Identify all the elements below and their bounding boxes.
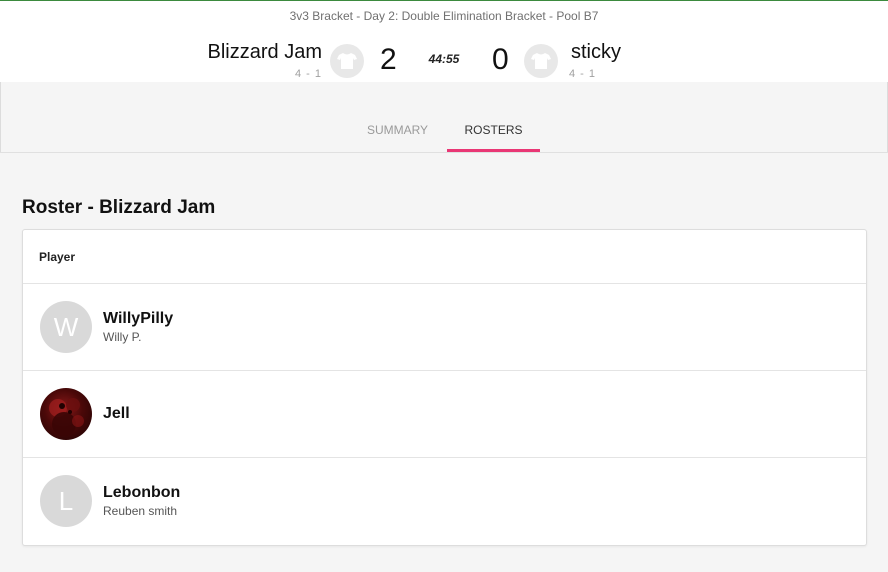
away-team-name[interactable]: sticky xyxy=(571,41,621,64)
game-clock: 44:55 xyxy=(428,52,460,66)
player-name[interactable]: Jell xyxy=(103,405,130,423)
player-full-name: Reuben smith xyxy=(103,504,178,518)
away-team-record: 4 - 1 xyxy=(569,68,597,80)
avatar: W xyxy=(40,301,92,353)
jersey-icon xyxy=(330,44,364,78)
avatar: L xyxy=(40,475,92,527)
scoreboard-header: 3v3 Bracket - Day 2: Double Elimination … xyxy=(0,1,888,82)
table-row[interactable]: L Lebonbon Reuben smith xyxy=(23,457,866,544)
tab-bar: SUMMARY ROSTERS xyxy=(0,120,888,153)
table-row[interactable]: W WillyPilly Willy P. xyxy=(23,283,866,370)
player-name[interactable]: Lebonbon xyxy=(103,484,180,502)
roster-title: Roster - Blizzard Jam xyxy=(22,197,216,218)
player-name[interactable]: WillyPilly xyxy=(103,310,173,328)
tab-rosters[interactable]: ROSTERS xyxy=(447,120,540,152)
game-title: 3v3 Bracket - Day 2: Double Elimination … xyxy=(289,9,599,23)
table-row[interactable]: Jell xyxy=(23,370,866,457)
tab-summary[interactable]: SUMMARY xyxy=(348,120,447,152)
player-full-name: Willy P. xyxy=(103,330,142,344)
roster-table: Player W WillyPilly Willy P. Jell L Lebo… xyxy=(22,229,867,546)
away-score: 0 xyxy=(492,43,509,76)
column-header-player: Player xyxy=(39,250,76,264)
home-team-name[interactable]: Blizzard Jam xyxy=(208,41,322,64)
home-team-record: 4 - 1 xyxy=(294,68,322,80)
home-score: 2 xyxy=(380,43,397,76)
avatar xyxy=(40,388,92,440)
tab-bar-divider xyxy=(0,152,888,153)
jersey-icon xyxy=(524,44,558,78)
